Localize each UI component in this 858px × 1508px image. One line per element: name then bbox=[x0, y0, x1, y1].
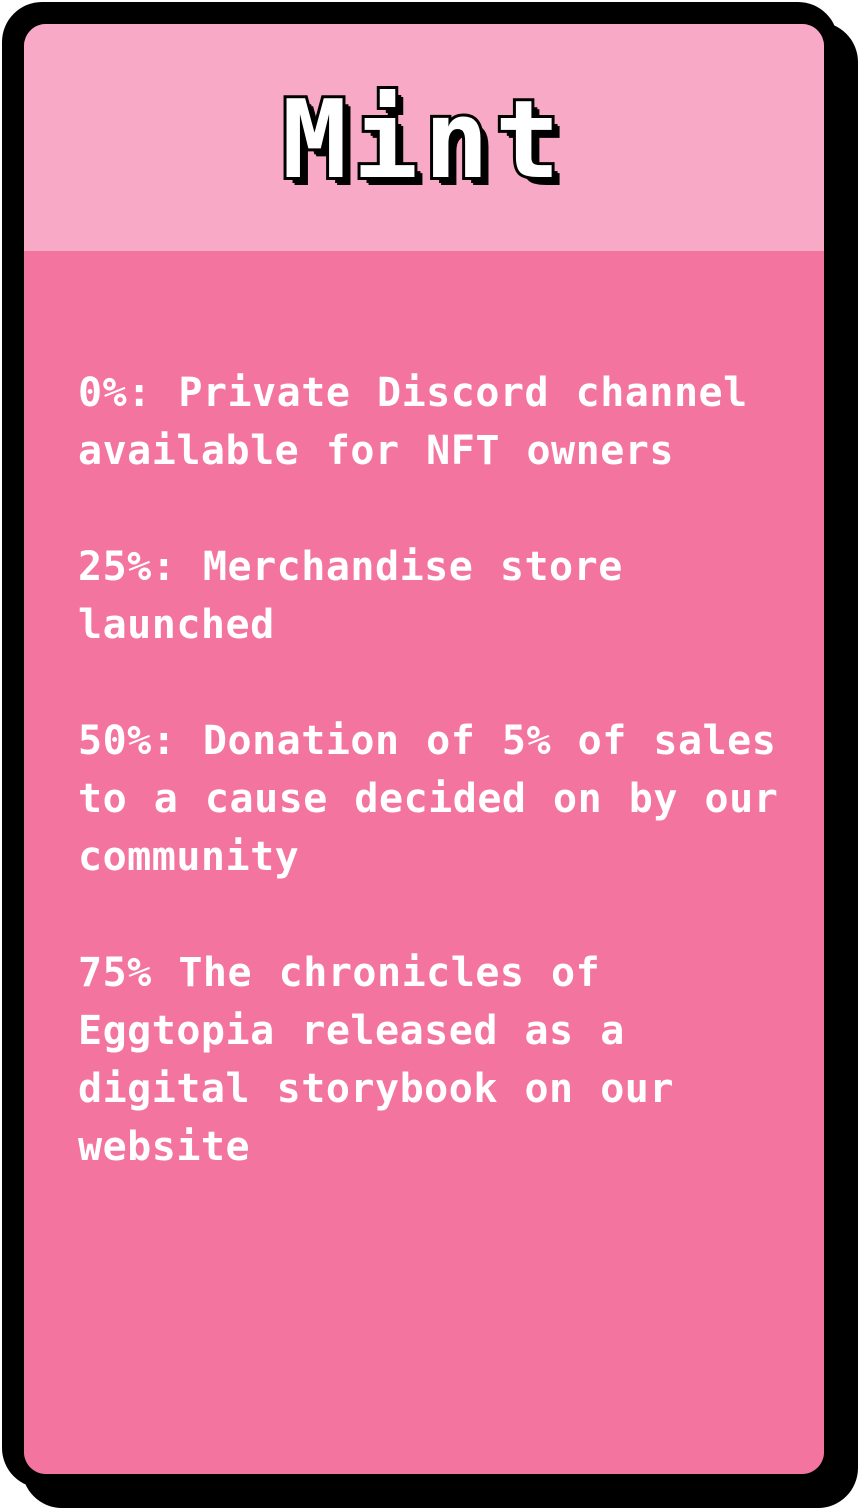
milestone-item-50: 50%: Donation of 5% of sales to a cause … bbox=[78, 718, 779, 880]
mint-roadmap-card-stage: Mint 0%: Private Discord channel availab… bbox=[0, 0, 858, 1508]
card-panel: Mint 0%: Private Discord channel availab… bbox=[24, 24, 824, 1474]
milestone-item-25: 25%: Merchandise store launched bbox=[78, 544, 623, 648]
card-title: Mint bbox=[279, 75, 567, 206]
mint-roadmap-card: Mint 0%: Private Discord channel availab… bbox=[2, 2, 838, 1488]
milestone-item-75: 75% The chronicles of Eggtopia released … bbox=[78, 950, 674, 1170]
milestone-item-0: 0%: Private Discord channel available fo… bbox=[78, 370, 748, 474]
milestone-list: 0%: Private Discord channel available fo… bbox=[78, 364, 798, 1234]
card-header: Mint bbox=[24, 24, 824, 251]
